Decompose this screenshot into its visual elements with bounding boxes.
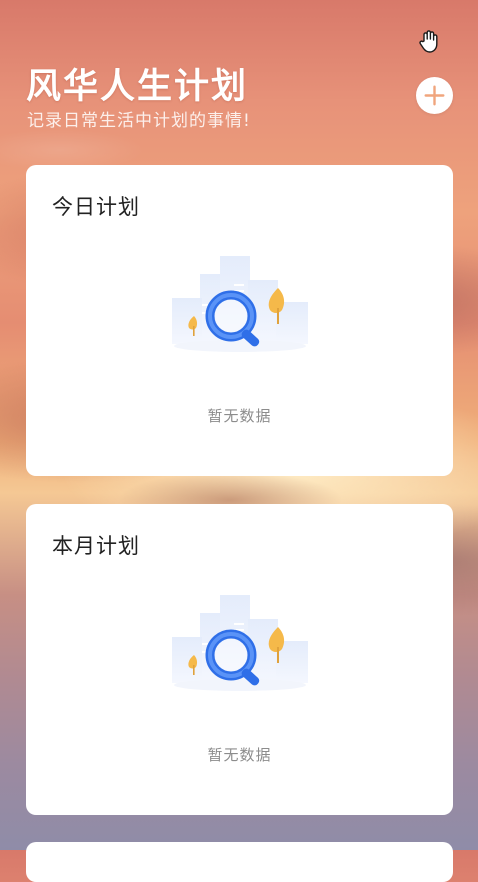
today-plan-card: 今日计划 暂无数据 bbox=[26, 165, 453, 476]
add-plan-button[interactable] bbox=[416, 77, 453, 114]
hand-icon[interactable] bbox=[416, 28, 442, 54]
plus-icon bbox=[424, 85, 445, 106]
magnifier-empty-icon bbox=[172, 593, 308, 705]
empty-state-text: 暂无数据 bbox=[207, 407, 272, 425]
page-title: 风华人生计划 bbox=[26, 67, 249, 107]
next-plan-card bbox=[26, 842, 453, 882]
month-plan-card: 本月计划 暂无数据 bbox=[26, 504, 453, 815]
empty-state-text: 暂无数据 bbox=[207, 746, 272, 764]
page-subtitle: 记录日常生活中计划的事情! bbox=[27, 111, 251, 131]
magnifier-empty-icon bbox=[172, 254, 308, 366]
card-title-month: 本月计划 bbox=[52, 534, 140, 558]
card-title-today: 今日计划 bbox=[52, 195, 140, 219]
